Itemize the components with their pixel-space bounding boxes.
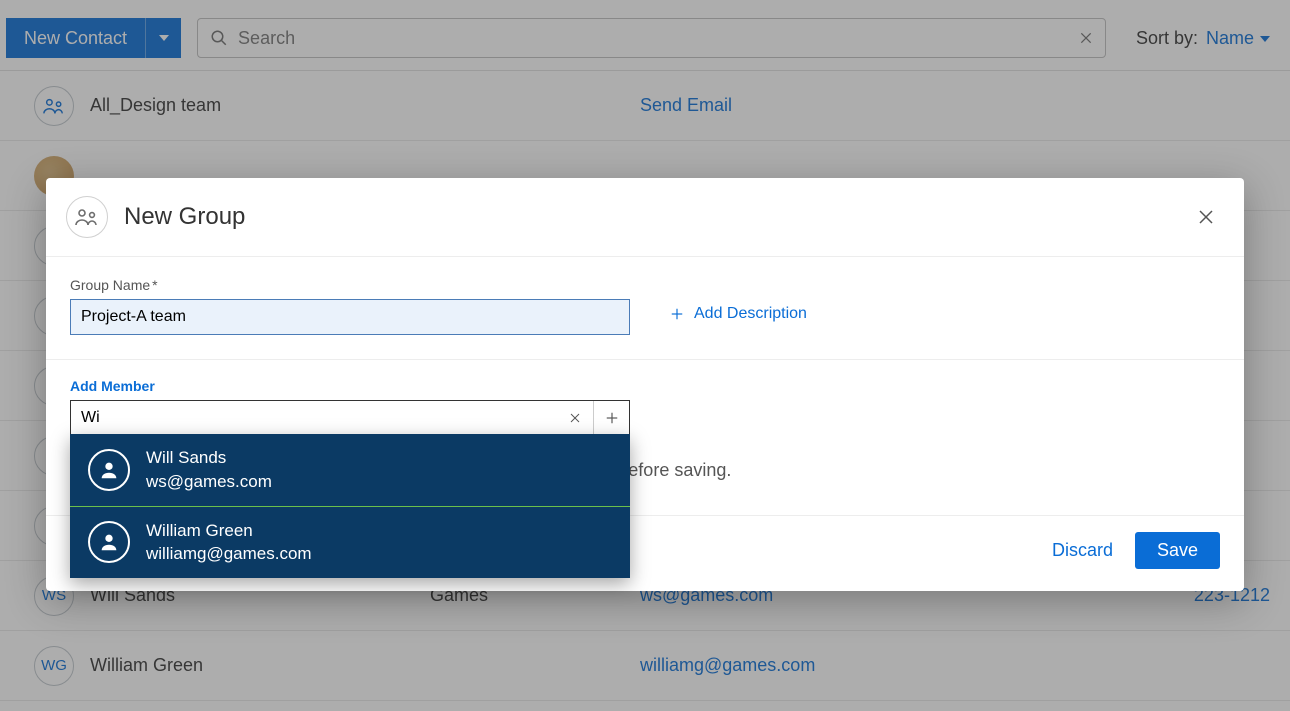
group-icon	[66, 196, 108, 238]
add-member-field[interactable]	[70, 400, 630, 436]
add-description-button[interactable]: Add Description	[670, 305, 1220, 323]
clear-member-input-button[interactable]	[557, 401, 593, 435]
modal-title: New Group	[124, 203, 1192, 231]
modal-body: Group Name* Add Description Add Member	[46, 257, 1244, 505]
save-button[interactable]: Save	[1135, 532, 1220, 569]
close-button[interactable]	[1192, 203, 1220, 231]
add-member-plus-button[interactable]	[593, 401, 629, 435]
add-member-input[interactable]	[81, 409, 557, 427]
add-description-label: Add Description	[694, 305, 807, 323]
discard-button[interactable]: Discard	[1052, 540, 1113, 561]
person-icon	[88, 449, 130, 491]
group-name-label: Group Name*	[70, 277, 630, 293]
new-group-modal: New Group Group Name* Add Description Ad…	[46, 178, 1244, 591]
suggestion-item[interactable]: Will Sands ws@games.com	[70, 434, 630, 506]
suggestion-email: williamg@games.com	[146, 542, 312, 566]
suggestion-name: Will Sands	[146, 446, 272, 470]
add-member-label: Add Member	[70, 378, 1220, 394]
plus-icon	[670, 307, 684, 321]
required-indicator: *	[152, 277, 157, 293]
suggestion-item[interactable]: William Green williamg@games.com	[70, 506, 630, 579]
suggestion-email: ws@games.com	[146, 470, 272, 494]
person-icon	[88, 521, 130, 563]
member-suggestion-dropdown: Will Sands ws@games.com William Green wi…	[70, 434, 630, 578]
suggestion-name: William Green	[146, 519, 312, 543]
modal-header: New Group	[46, 178, 1244, 257]
group-name-input[interactable]	[70, 299, 630, 335]
